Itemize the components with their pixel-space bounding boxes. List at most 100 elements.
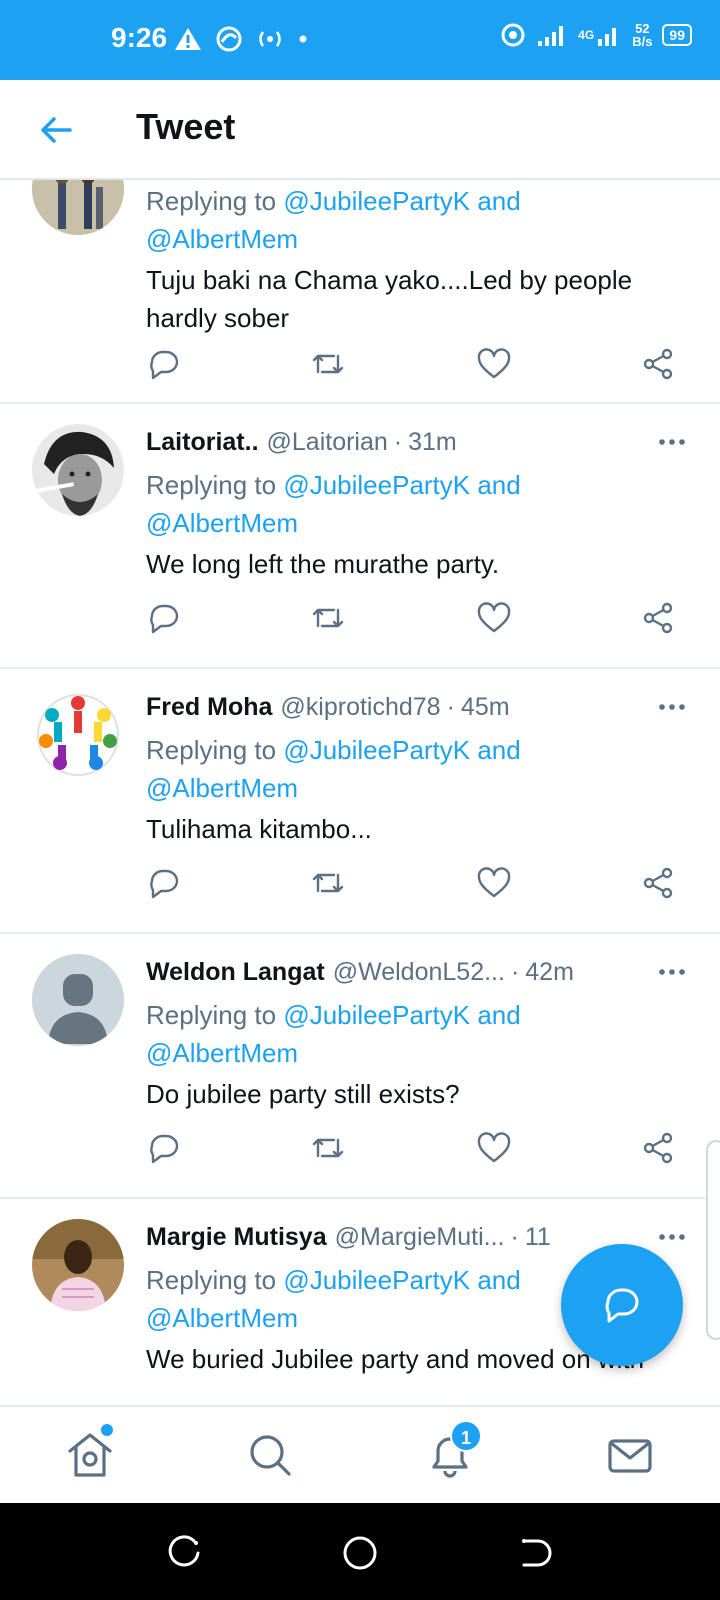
dot-icon [299,35,307,43]
separator-dot: · [510,957,520,986]
retweet-icon[interactable] [310,1130,346,1166]
hotspot-icon [259,31,281,47]
more-icon[interactable] [654,954,690,990]
avatar[interactable] [32,424,124,516]
mention-link[interactable]: @AlbertMem [146,773,298,803]
author-handle[interactable]: @MargieMuti... [335,1223,505,1252]
author-handle[interactable]: @Laitorian [267,428,388,457]
tweet-actions [146,1130,686,1170]
separator-dot: · [510,1222,519,1251]
reply-icon[interactable] [146,600,182,636]
messages-icon[interactable] [604,1429,656,1481]
reply-icon[interactable] [146,346,182,382]
tweet-header: Weldon Langat @WeldonL52... · 42m [146,952,690,992]
status-right-icons: 4G 52 B/s 99 [500,22,692,48]
home-unread-dot [101,1424,113,1436]
tweet-text: Do jubilee party still exists? [146,1079,460,1109]
bottom-nav: 1 [0,1405,720,1503]
app-header: Tweet [0,80,720,180]
author-handle[interactable]: @kiprotichd78 [280,693,440,722]
replying-to: Replying to @JubileePartyK and @AlbertMe… [146,470,521,538]
reply-feed[interactable]: Replying to @JubileePartyK and @AlbertMe… [0,180,720,1405]
tweet-item[interactable]: Weldon Langat @WeldonL52... · 42m Replyi… [0,934,720,1199]
tweet-header: Fred Moha @kiprotichd78 · 45m [146,687,690,727]
author-name[interactable]: Margie Mutisya [146,1223,327,1252]
home-button-icon[interactable] [340,1533,380,1573]
tweet-time: 45m [460,692,510,721]
retweet-icon[interactable] [310,600,346,636]
share-icon[interactable] [640,865,676,901]
more-icon[interactable] [654,1219,690,1255]
mention-link[interactable]: @JubileePartyK and [283,735,520,765]
avatar[interactable] [32,689,124,781]
replying-to: Replying to @JubileePartyK and @AlbertMe… [146,735,521,803]
retweet-icon[interactable] [310,865,346,901]
back-button-icon[interactable] [516,1533,556,1573]
avatar[interactable] [32,180,124,235]
tweet-time: 42m [525,957,574,986]
status-time: 9:26 [111,22,168,53]
compose-reply-button[interactable] [561,1244,683,1366]
author-name[interactable]: Weldon Langat [146,958,325,987]
app-notification-icon [216,26,242,52]
tweet-item[interactable]: Fred Moha @kiprotichd78 · 45m Replying t… [0,669,720,934]
tweet-actions [146,600,686,640]
tweet-actions [146,865,686,905]
tweet-item[interactable]: Replying to @JubileePartyK and @AlbertMe… [0,180,720,404]
system-navigation-bar [0,1503,720,1600]
tweet-time: 31m [408,427,457,456]
sync-icon [501,23,525,47]
avatar[interactable] [32,954,124,1046]
avatar[interactable] [32,1219,124,1311]
reply-icon[interactable] [146,865,182,901]
reply-icon[interactable] [146,1130,182,1166]
warning-icon [175,28,201,50]
notifications-badge: 1 [450,1420,482,1452]
replying-to: Replying to @JubileePartyK and @AlbertMe… [146,186,521,254]
mention-link[interactable]: @AlbertMem [146,1038,298,1068]
side-panel-handle[interactable] [706,1140,720,1340]
author-handle[interactable]: @WeldonL52... [333,958,505,987]
tweet-time: 11 [524,1222,551,1251]
share-icon[interactable] [640,346,676,382]
more-icon[interactable] [654,424,690,460]
like-icon[interactable] [476,346,512,382]
tweet-text: Tulihama kitambo... [146,814,372,844]
tweet-header: Laitoriat.. @Laitorian · 31m [146,422,690,462]
retweet-icon[interactable] [310,346,346,382]
tweet-text: Tuju baki na Chama yako....Led by people… [146,265,633,333]
back-arrow-icon[interactable] [36,110,76,150]
like-icon[interactable] [476,1130,512,1166]
mention-link[interactable]: @AlbertMem [146,1303,298,1333]
signal-icon [538,26,564,46]
search-icon[interactable] [244,1429,296,1481]
compose-reply-icon [605,1288,639,1323]
mention-link[interactable]: @JubileePartyK and [283,1000,520,1030]
author-name[interactable]: Laitoriat.. [146,428,259,457]
separator-dot: · [393,427,403,456]
mention-link[interactable]: @JubileePartyK and [283,1265,520,1295]
tweet-item[interactable]: Laitoriat.. @Laitorian · 31m Replying to… [0,404,720,669]
mention-link[interactable]: @JubileePartyK and [283,186,520,216]
status-left-icons [174,26,308,52]
mention-link[interactable]: @JubileePartyK and [283,470,520,500]
network-type: 4G [578,27,595,42]
more-icon[interactable] [654,689,690,725]
share-icon[interactable] [640,600,676,636]
signal-2-icon [598,28,617,46]
recent-apps-icon[interactable] [164,1533,204,1573]
mention-link[interactable]: @AlbertMem [146,224,298,254]
battery-indicator: 99 [662,24,692,46]
author-name[interactable]: Fred Moha [146,693,272,722]
mention-link[interactable]: @AlbertMem [146,508,298,538]
home-icon[interactable] [64,1429,116,1481]
tweet-text: We long left the murathe party. [146,549,500,579]
replying-to: Replying to @JubileePartyK and @AlbertMe… [146,1000,521,1068]
network-speed: 52 B/s [632,21,653,49]
page-title: Tweet [136,106,236,147]
like-icon[interactable] [476,865,512,901]
status-bar: 9:26 4G 52 B/s 99 [0,0,720,80]
separator-dot: · [446,692,455,721]
like-icon[interactable] [476,600,512,636]
share-icon[interactable] [640,1130,676,1166]
